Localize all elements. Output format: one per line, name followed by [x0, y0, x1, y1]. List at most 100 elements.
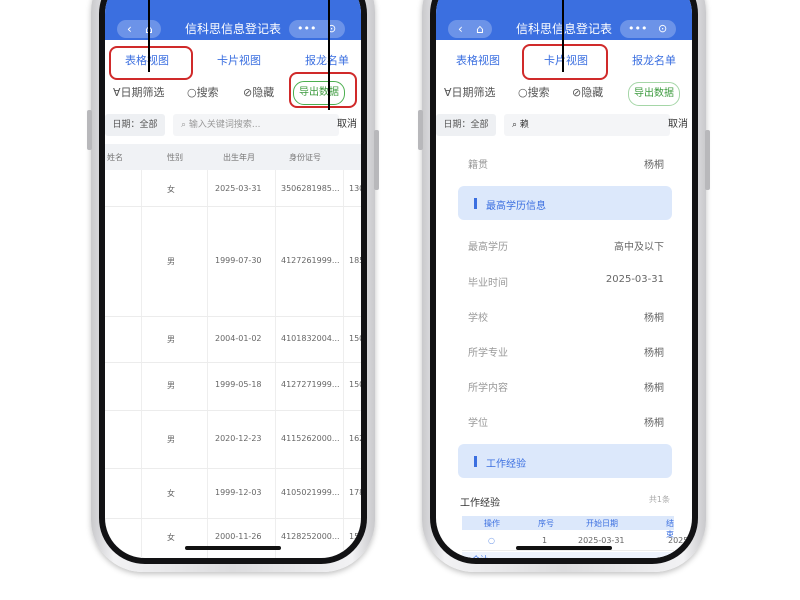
date-filter[interactable]: ∀日期筛选: [113, 84, 165, 100]
cell-gender: 女: [167, 185, 175, 194]
total-label: 合计: [472, 554, 488, 558]
more-close-pill[interactable]: ••• ⊙: [620, 20, 676, 38]
date-chip[interactable]: 日期：全部: [436, 114, 496, 136]
search-input[interactable]: ⌕ 输入关键词搜索...: [173, 114, 339, 136]
section-header-education: 最高学历信息: [458, 186, 672, 220]
work-label: 工作经验: [460, 498, 500, 509]
cell-gender: 男: [167, 435, 175, 444]
title-bar: ‹ ⌂ 信科思信息登记表 ••• ⊙: [105, 0, 361, 40]
cell-id: 4101832004...: [281, 334, 340, 343]
card-field-hometown: 籍贯 杨桐: [436, 156, 692, 176]
more-close-pill[interactable]: ••• ⊙: [289, 20, 345, 38]
more-icon[interactable]: •••: [297, 20, 316, 38]
work-total-row: 合计: [462, 552, 674, 558]
cell-gender: 男: [167, 257, 175, 266]
table-row[interactable]: 男 2004-01-02 4101832004... 1503: [105, 316, 361, 363]
power-button: [374, 130, 379, 190]
table-row[interactable]: 女 1999-12-03 4105021999... 1781: [105, 468, 361, 519]
cell-birth: 2020-12-23: [215, 434, 262, 443]
card-field: 学位 杨桐: [436, 414, 692, 434]
pointer-line: [328, 0, 330, 110]
cancel-button[interactable]: 取消: [668, 114, 688, 136]
field-value: 杨桐: [644, 383, 664, 394]
close-icon[interactable]: ⊙: [658, 20, 667, 38]
highlight-table-tab: [109, 46, 193, 80]
header-start: 开始日期: [586, 519, 618, 528]
search-row: 日期：全部 ⌕ 输入关键词搜索... 取消: [105, 114, 361, 138]
cell-id: 3506281985...: [281, 184, 340, 193]
table-row[interactable]: 男 1999-07-30 4127261999... 1853: [105, 206, 361, 317]
home-indicator: [516, 546, 612, 550]
field-label: 学位: [468, 418, 488, 429]
tab-signup-list[interactable]: 报龙名单: [305, 52, 349, 68]
cell-extra: 1305: [349, 184, 361, 193]
cell-gender: 女: [167, 533, 175, 542]
section-header-work: 工作经验: [458, 444, 672, 478]
bezel: ‹ ⌂ 信科思信息登记表 ••• ⊙ 表格视图 卡片视图 报龙名单 ∀日期筛选 …: [99, 0, 367, 564]
header-id: 身份证号: [289, 153, 321, 162]
table-header: 姓名 性别 出生年月 身份证号: [105, 144, 361, 170]
search-toggle[interactable]: ○搜索: [187, 84, 219, 100]
more-icon[interactable]: •••: [628, 20, 647, 38]
export-button[interactable]: 导出数据: [628, 82, 680, 106]
cancel-button[interactable]: 取消: [337, 114, 357, 136]
search-input[interactable]: ⌕ 赖: [504, 114, 670, 136]
cell-birth: 1999-05-18: [215, 380, 262, 389]
cell-index: 1: [542, 536, 548, 545]
search-query: 赖: [519, 120, 529, 130]
cell-id: 4127271999...: [281, 380, 340, 389]
field-value: 杨桐: [644, 313, 664, 324]
card-field: 学校 杨桐: [436, 309, 692, 329]
title-bar: ‹ ⌂ 信科思信息登记表 ••• ⊙: [436, 0, 692, 40]
volume-button: [87, 110, 92, 150]
header-gender: 性别: [167, 153, 183, 162]
section-title: 最高学历信息: [486, 201, 546, 212]
field-label: 学校: [468, 313, 488, 324]
hide-toggle[interactable]: ⊘隐藏: [243, 84, 274, 100]
view-icon[interactable]: ○: [488, 536, 495, 545]
cell-gender: 男: [167, 381, 175, 390]
table-row[interactable]: 女 2025-03-31 3506281985... 1305: [105, 170, 361, 207]
work-count: 共1条: [648, 495, 670, 504]
search-toggle[interactable]: ○搜索: [518, 84, 550, 100]
table-row[interactable]: 男 1999-05-18 4127271999... 1503: [105, 362, 361, 411]
tab-card-view[interactable]: 卡片视图: [217, 52, 261, 68]
volume-button: [418, 110, 423, 150]
tab-table-view[interactable]: 表格视图: [456, 52, 500, 68]
cell-gender: 女: [167, 489, 175, 498]
header-op: 操作: [484, 519, 500, 528]
cell-id: 4105021999...: [281, 488, 340, 497]
date-chip[interactable]: 日期：全部: [105, 114, 165, 136]
date-filter[interactable]: ∀日期筛选: [444, 84, 496, 100]
bezel: ‹ ⌂ 信科思信息登记表 ••• ⊙ 表格视图 卡片视图 报龙名单 ∀日期筛选 …: [430, 0, 698, 564]
table-row[interactable]: 男 2020-12-23 4115262000... 1623: [105, 410, 361, 469]
screen: ‹ ⌂ 信科思信息登记表 ••• ⊙ 表格视图 卡片视图 报龙名单 ∀日期筛选 …: [105, 0, 361, 558]
search-placeholder: 输入关键词搜索...: [188, 120, 261, 130]
card-field: 所学专业 杨桐: [436, 344, 692, 364]
field-label: 最高学历: [468, 242, 508, 253]
cell-extra: 1503: [349, 380, 361, 389]
field-value: 杨桐: [644, 348, 664, 359]
hide-toggle[interactable]: ⊘隐藏: [572, 84, 603, 100]
field-value: 杨桐: [644, 160, 664, 171]
work-summary: 工作经验 共1条: [436, 494, 692, 514]
table-row[interactable]: 女 2000-11-26 4128252000... 1503: [105, 518, 361, 558]
cell-extra: 1623: [349, 434, 361, 443]
card-field: 最高学历 高中及以下: [436, 238, 692, 258]
highlight-card-tab: [522, 44, 608, 80]
header-index: 序号: [538, 519, 554, 528]
field-value: 杨桐: [644, 418, 664, 429]
tab-signup-list[interactable]: 报龙名单: [632, 52, 676, 68]
phone-table-view: ‹ ⌂ 信科思信息登记表 ••• ⊙ 表格视图 卡片视图 报龙名单 ∀日期筛选 …: [87, 0, 379, 572]
cell-end: 2025-: [668, 536, 692, 545]
highlight-export: [289, 72, 357, 108]
field-value: 高中及以下: [614, 242, 664, 253]
pointer-line: [562, 0, 564, 72]
field-label: 毕业时间: [468, 278, 508, 289]
cell-birth: 1999-07-30: [215, 256, 262, 265]
filter-bar: ∀日期筛选 ○搜索 ⊘隐藏 导出数据: [436, 82, 692, 106]
home-indicator: [185, 546, 281, 550]
section-title: 工作经验: [486, 459, 526, 470]
card-field: 毕业时间 2025-03-31: [436, 274, 692, 294]
power-button: [705, 130, 710, 190]
